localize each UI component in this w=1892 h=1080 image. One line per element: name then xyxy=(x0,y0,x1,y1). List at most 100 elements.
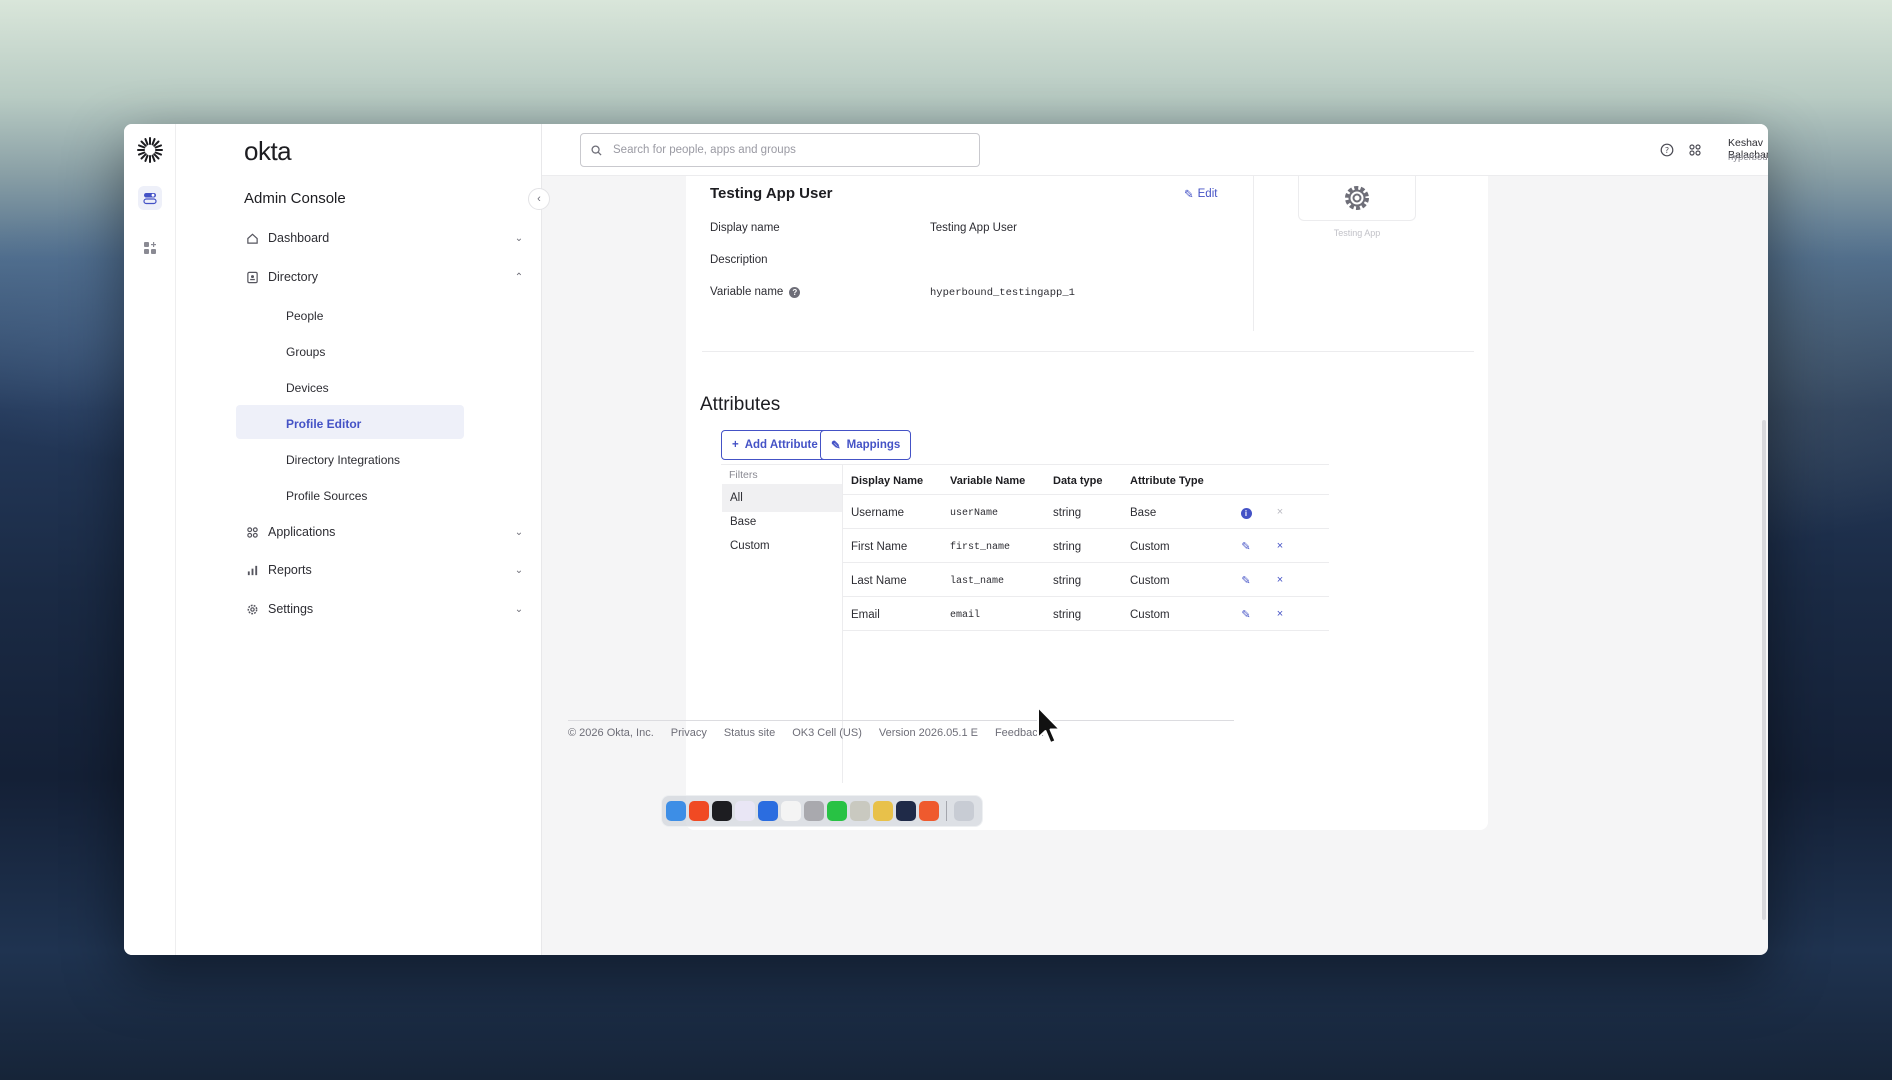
col-variable-name[interactable]: Variable Name xyxy=(950,475,1025,487)
cell-attribute-type: Custom xyxy=(1130,609,1170,621)
col-attribute-type[interactable]: Attribute Type xyxy=(1130,475,1204,487)
horizontal-divider xyxy=(702,351,1474,352)
help-icon[interactable]: ? xyxy=(789,286,801,298)
nav-applications[interactable]: Applications xyxy=(244,520,444,544)
add-attribute-button[interactable]: + Add Attribute xyxy=(721,430,829,460)
footer-divider xyxy=(568,720,1234,721)
nav-directory[interactable]: Directory xyxy=(244,265,444,289)
app-icon[interactable] xyxy=(896,801,916,821)
apps-grid-icon[interactable] xyxy=(1686,141,1704,159)
cell-attribute-type: Base xyxy=(1130,507,1157,519)
cell-variable-name: userName xyxy=(950,508,999,519)
cell-variable-name: last_name xyxy=(950,576,1005,587)
calendar-icon[interactable] xyxy=(781,801,801,821)
footer-version: Version 2026.05.1 E xyxy=(878,727,978,739)
reports-icon xyxy=(244,562,260,578)
help-icon[interactable]: ? xyxy=(1658,141,1676,159)
app-icon[interactable] xyxy=(850,801,870,821)
info-icon[interactable]: i xyxy=(1239,506,1253,520)
pencil-icon: ✎ xyxy=(831,440,841,452)
mouse-cursor-icon xyxy=(1037,706,1061,744)
cell-display-name: Username xyxy=(851,507,905,519)
gear-icon xyxy=(1345,186,1369,210)
delete-icon[interactable]: × xyxy=(1273,539,1287,553)
sidebar: okta Admin Console ‹ Dashboard ⌄ Directo… xyxy=(176,124,550,955)
table-row[interactable]: Username userName string Base i × xyxy=(843,495,1329,529)
toggle-icon[interactable] xyxy=(138,186,162,210)
plus-icon: + xyxy=(732,439,739,451)
nav-dashboard[interactable]: Dashboard xyxy=(244,226,444,250)
okta-logo[interactable]: okta xyxy=(244,136,292,167)
chevron-down-icon[interactable]: ⌄ xyxy=(512,231,526,245)
sidebar-item-people[interactable]: People xyxy=(286,309,323,323)
collapse-sidebar-button[interactable]: ‹ xyxy=(528,188,550,210)
settings-icon[interactable] xyxy=(804,801,824,821)
table-row[interactable]: Last Name last_name string Custom ✎ × xyxy=(843,563,1329,597)
browser-window: okta Admin Console ‹ Dashboard ⌄ Directo… xyxy=(124,124,1768,955)
chevron-left-icon: ‹ xyxy=(537,193,541,205)
pencil-icon[interactable]: ✎ xyxy=(1239,607,1253,621)
sidebar-item-profile-sources[interactable]: Profile Sources xyxy=(286,489,367,503)
delete-icon: × xyxy=(1276,506,1284,518)
sidebar-item-groups[interactable]: Groups xyxy=(286,345,325,359)
delete-icon[interactable]: × xyxy=(1273,573,1287,587)
cell-data-type: string xyxy=(1053,609,1082,621)
okta-burst-icon[interactable] xyxy=(136,136,164,164)
chevron-down-icon[interactable]: ⌄ xyxy=(512,602,526,616)
nav-settings[interactable]: Settings xyxy=(244,597,444,621)
footer-link-status[interactable]: Status site xyxy=(724,727,775,739)
chevron-down-icon[interactable]: ⌄ xyxy=(512,525,526,539)
table-header: Display Name Variable Name Data type Att… xyxy=(843,464,1329,495)
scrollbar[interactable] xyxy=(1762,420,1766,920)
add-attribute-label: Add Attribute xyxy=(744,439,818,451)
app-tile-label: Testing App xyxy=(1333,228,1381,238)
app-logo-tile xyxy=(1298,176,1416,221)
search-box[interactable] xyxy=(580,133,980,167)
finder-icon[interactable] xyxy=(666,801,686,821)
delete-icon[interactable]: × xyxy=(1273,607,1287,621)
pencil-icon[interactable]: ✎ xyxy=(1239,573,1253,587)
app-icon[interactable] xyxy=(712,801,732,821)
table-row[interactable]: First Name first_name string Custom ✎ × xyxy=(843,529,1329,563)
brave-icon[interactable] xyxy=(919,801,939,821)
chevron-down-icon[interactable]: ⌄ xyxy=(512,563,526,577)
nav-directory-label: Directory xyxy=(268,270,319,284)
footer-link-privacy[interactable]: Privacy xyxy=(671,727,707,739)
cell-display-name: Last Name xyxy=(851,575,907,587)
zoom-icon[interactable] xyxy=(758,801,778,821)
cell-display-name: First Name xyxy=(851,541,908,553)
cell-data-type: string xyxy=(1053,541,1082,553)
grid-add-icon[interactable] xyxy=(138,236,162,260)
search-input[interactable] xyxy=(613,144,953,156)
whatsapp-icon[interactable] xyxy=(827,801,847,821)
cell-variable-name: first_name xyxy=(950,542,1011,553)
filter-custom[interactable]: Custom xyxy=(722,532,842,560)
sidebar-item-devices[interactable]: Devices xyxy=(286,381,329,395)
field-label-description: Description xyxy=(710,254,768,266)
brave-icon[interactable] xyxy=(689,801,709,821)
field-label-display-name: Display name xyxy=(710,222,780,234)
col-display-name[interactable]: Display Name xyxy=(851,475,923,487)
user-org: hyperbound xyxy=(1728,152,1768,163)
trash-icon[interactable] xyxy=(954,801,974,821)
table-row[interactable]: Email email string Custom ✎ × xyxy=(843,597,1329,631)
nav-dashboard-label: Dashboard xyxy=(268,231,330,245)
cell-variable-name: email xyxy=(950,610,981,621)
footer-copyright: © 2026 Okta, Inc. xyxy=(568,727,654,739)
footer-link-cell[interactable]: OK3 Cell (US) xyxy=(792,727,862,739)
sidebar-item-profile-editor[interactable]: Profile Editor xyxy=(286,417,361,431)
sidebar-item-directory-integrations[interactable]: Directory Integrations xyxy=(286,453,400,467)
chrome-icon[interactable] xyxy=(873,801,893,821)
filters-top-border xyxy=(721,464,843,465)
nav-reports[interactable]: Reports xyxy=(244,558,444,582)
col-data-type[interactable]: Data type xyxy=(1053,475,1103,487)
pencil-icon[interactable]: ✎ xyxy=(1239,539,1253,553)
applications-icon xyxy=(244,524,260,540)
edit-profile-link[interactable]: ✎ Edit xyxy=(1184,187,1217,201)
mappings-button[interactable]: ✎ Mappings xyxy=(820,430,912,460)
cell-display-name: Email xyxy=(851,609,880,621)
slack-icon[interactable] xyxy=(735,801,755,821)
vertical-divider xyxy=(1253,176,1254,331)
cell-data-type: string xyxy=(1053,507,1082,519)
chevron-up-icon[interactable]: ⌃ xyxy=(512,270,526,284)
